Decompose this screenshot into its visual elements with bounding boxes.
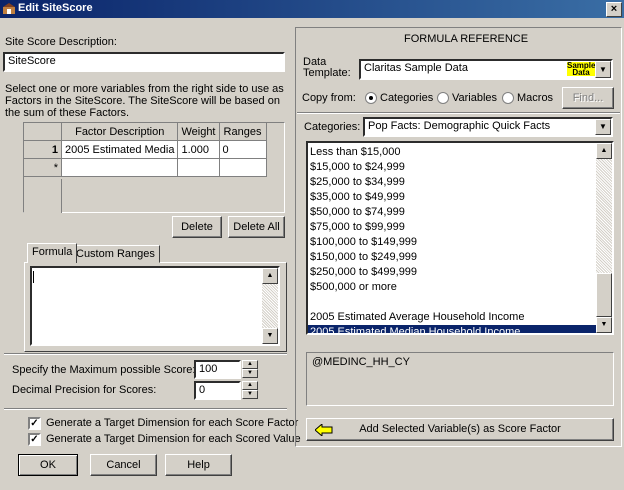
cell-factor-description[interactable] bbox=[61, 158, 179, 177]
table-row-new[interactable]: * bbox=[24, 158, 267, 177]
radio-categories-label[interactable]: Categories bbox=[380, 92, 433, 104]
radio-macros[interactable] bbox=[502, 92, 514, 104]
tab-custom-ranges[interactable]: Custom Ranges bbox=[71, 245, 160, 263]
divider bbox=[4, 408, 287, 410]
formula-textarea[interactable]: ▲ ▼ bbox=[30, 266, 280, 346]
radio-categories[interactable] bbox=[365, 92, 377, 104]
list-item[interactable]: 2005 Estimated Median Household Income bbox=[308, 325, 596, 333]
row-header-empty bbox=[24, 179, 62, 213]
precision-spinner[interactable]: ▲ ▼ bbox=[242, 381, 258, 399]
list-item[interactable]: Less than $15,000 bbox=[308, 145, 596, 160]
divider bbox=[4, 353, 287, 355]
list-item[interactable]: $25,000 to $34,999 bbox=[308, 175, 596, 190]
sample-data-badge: Sample Data bbox=[567, 62, 595, 77]
radio-variables-label[interactable]: Variables bbox=[452, 92, 497, 104]
spin-down-icon[interactable]: ▼ bbox=[242, 390, 258, 399]
list-item[interactable]: $150,000 to $249,999 bbox=[308, 250, 596, 265]
window-title: Edit SiteScore bbox=[18, 2, 93, 14]
add-variable-label: Add Selected Variable(s) as Score Factor bbox=[359, 423, 561, 435]
scroll-thumb[interactable] bbox=[596, 273, 612, 317]
scroll-down-icon[interactable]: ▼ bbox=[596, 317, 612, 333]
cell-weight[interactable]: 1.000 bbox=[177, 140, 220, 159]
list-item[interactable]: $15,000 to $24,999 bbox=[308, 160, 596, 175]
data-template-value: Claritas Sample Data bbox=[364, 62, 468, 74]
title-bar: Edit SiteScore × bbox=[0, 0, 624, 18]
list-item[interactable]: $500,000 or more bbox=[308, 280, 596, 295]
table-row[interactable]: 1 2005 Estimated Media 1.000 0 bbox=[24, 140, 267, 159]
app-icon bbox=[3, 3, 15, 14]
categories-combobox[interactable]: Pop Facts: Demographic Quick Facts ▼ bbox=[363, 117, 613, 137]
precision-input[interactable]: 0 bbox=[194, 381, 241, 400]
scroll-up-icon[interactable]: ▲ bbox=[262, 268, 278, 284]
variable-list-scrollbar[interactable]: ▲ ▼ bbox=[596, 143, 612, 333]
scroll-up-icon[interactable]: ▲ bbox=[596, 143, 612, 159]
cell-factor-description[interactable]: 2005 Estimated Media bbox=[61, 140, 179, 159]
generate-value-label: Generate a Target Dimension for each Sco… bbox=[46, 433, 301, 445]
close-button[interactable]: × bbox=[606, 2, 622, 17]
divider bbox=[297, 112, 620, 114]
max-score-label: Specify the Maximum possible Score: bbox=[12, 364, 196, 376]
delete-all-button[interactable]: Delete All bbox=[228, 216, 285, 238]
col-ranges[interactable]: Ranges bbox=[219, 123, 267, 141]
description-input[interactable]: SiteScore bbox=[3, 52, 285, 72]
generate-value-checkbox[interactable]: ✓ bbox=[28, 433, 41, 446]
description-label: Site Score Description: bbox=[5, 36, 117, 48]
cell-ranges[interactable]: 0 bbox=[219, 140, 267, 159]
max-score-spinner[interactable]: ▲ ▼ bbox=[242, 360, 258, 378]
template-label: Data Template: bbox=[303, 57, 351, 79]
scroll-down-icon[interactable]: ▼ bbox=[262, 328, 278, 344]
find-button[interactable]: Find... bbox=[562, 87, 614, 109]
spin-up-icon[interactable]: ▲ bbox=[242, 360, 258, 369]
help-button[interactable]: Help bbox=[165, 454, 232, 476]
row-number: * bbox=[24, 158, 62, 177]
list-item[interactable]: $100,000 to $149,999 bbox=[308, 235, 596, 250]
radio-macros-label[interactable]: Macros bbox=[517, 92, 553, 104]
chevron-down-icon[interactable]: ▼ bbox=[595, 119, 611, 135]
tab-formula[interactable]: Formula bbox=[27, 243, 78, 263]
cell-weight[interactable] bbox=[177, 158, 220, 177]
row-number: 1 bbox=[24, 140, 62, 159]
list-item[interactable] bbox=[308, 295, 596, 310]
list-item[interactable]: 2005 Estimated Average Household Income bbox=[308, 310, 596, 325]
ok-button[interactable]: OK bbox=[18, 454, 78, 476]
col-factor-description[interactable]: Factor Description bbox=[61, 123, 179, 141]
list-item[interactable]: $50,000 to $74,999 bbox=[308, 205, 596, 220]
data-template-combobox[interactable]: Claritas Sample Data Sample Data ▼ bbox=[359, 59, 613, 80]
cancel-button[interactable]: Cancel bbox=[90, 454, 157, 476]
col-weight[interactable]: Weight bbox=[177, 123, 220, 141]
chevron-down-icon[interactable]: ▼ bbox=[595, 61, 611, 78]
cell-ranges[interactable] bbox=[219, 158, 267, 177]
add-variable-button[interactable]: Add Selected Variable(s) as Score Factor bbox=[306, 418, 614, 441]
list-item[interactable]: $250,000 to $499,999 bbox=[308, 265, 596, 280]
variable-code: @MEDINC_HH_CY bbox=[312, 356, 410, 368]
variable-code-box: @MEDINC_HH_CY bbox=[306, 352, 614, 406]
spin-down-icon[interactable]: ▼ bbox=[242, 369, 258, 378]
instructions-text: Select one or more variables from the ri… bbox=[5, 83, 284, 119]
variable-list[interactable]: Less than $15,000 $15,000 to $24,999 $25,0… bbox=[306, 141, 614, 335]
formula-reference-header: FORMULA REFERENCE bbox=[404, 33, 529, 45]
generate-factor-label: Generate a Target Dimension for each Sco… bbox=[46, 417, 299, 429]
categories-value: Pop Facts: Demographic Quick Facts bbox=[368, 120, 551, 132]
copy-from-label: Copy from: bbox=[302, 92, 356, 104]
categories-label: Categories: bbox=[304, 121, 361, 133]
list-item[interactable]: $75,000 to $99,999 bbox=[308, 220, 596, 235]
precision-label: Decimal Precision for Scores: bbox=[12, 384, 157, 396]
factor-grid[interactable]: Factor Description Weight Ranges 1 2005 … bbox=[23, 122, 285, 213]
text-cursor bbox=[33, 271, 34, 283]
generate-factor-checkbox[interactable]: ✓ bbox=[28, 417, 41, 430]
delete-button[interactable]: Delete bbox=[172, 216, 222, 238]
radio-variables[interactable] bbox=[437, 92, 449, 104]
sample-badge-line2: Data bbox=[572, 68, 590, 77]
arrow-left-icon bbox=[315, 424, 333, 436]
max-score-input[interactable]: 100 bbox=[194, 360, 241, 379]
spin-up-icon[interactable]: ▲ bbox=[242, 381, 258, 390]
list-item[interactable]: $35,000 to $49,999 bbox=[308, 190, 596, 205]
variable-list-items: Less than $15,000 $15,000 to $24,999 $25,0… bbox=[308, 145, 596, 333]
template-label-line2: Template: bbox=[303, 67, 351, 79]
formula-scrollbar[interactable]: ▲ ▼ bbox=[262, 268, 278, 344]
